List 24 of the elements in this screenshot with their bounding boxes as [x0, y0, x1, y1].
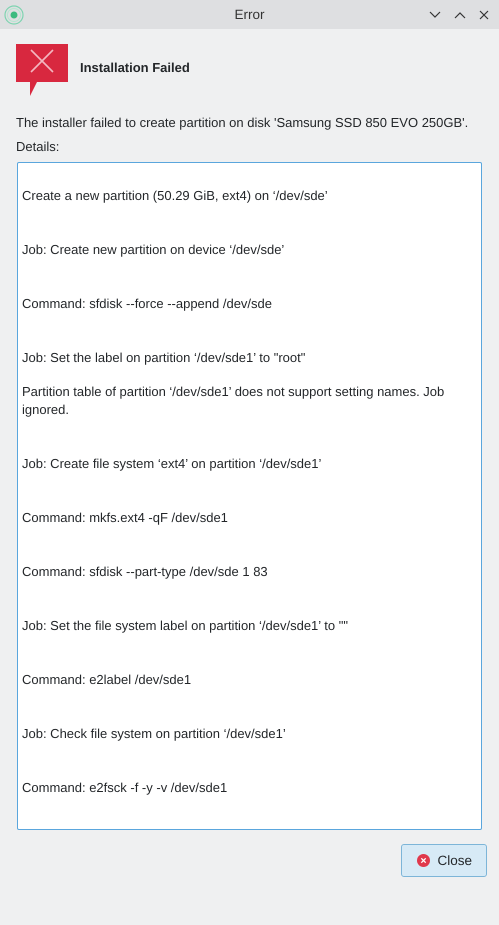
- details-text-area[interactable]: [17, 162, 482, 830]
- detail-line: Command: sfdisk --part-type /dev/sde 1 83: [22, 563, 269, 581]
- detail-line: Create a new partition (50.29 GiB, ext4) on ‘/dev/sde’: [22, 187, 329, 205]
- detail-line: Job: Set the file system label on partition ‘/dev/sde1’ to "": [22, 617, 349, 635]
- detail-line: Command: e2label /dev/sde1: [22, 671, 192, 689]
- error-icon: [16, 44, 69, 97]
- error-message: The installer failed to create partition on disk 'Samsung SSD 850 EVO 250GB'.: [16, 114, 470, 132]
- detail-line: Command: mkfs.ext4 -qF /dev/sde1: [22, 509, 229, 527]
- maximize-icon[interactable]: [454, 10, 466, 18]
- detail-line: Partition table of partition ‘/dev/sde1’ does not support setting names. Job ignored.: [22, 383, 446, 419]
- details-label: Details:: [16, 138, 60, 156]
- app-icon: [4, 4, 24, 24]
- detail-line: Job: Create file system ‘ext4’ on partition ‘/dev/sde1’: [22, 455, 322, 473]
- close-button[interactable]: Close: [401, 844, 487, 877]
- dialog-heading: Installation Failed: [80, 60, 190, 75]
- window-title: Error: [234, 7, 264, 22]
- detail-line: Job: Create new partition on device ‘/dev/sde’: [22, 241, 286, 259]
- minimize-icon[interactable]: [429, 10, 441, 18]
- detail-line: Job: Set the label on partition ‘/dev/sde1’ to "root": [22, 349, 306, 367]
- close-circle-icon: [417, 854, 430, 867]
- detail-line: Job: Check file system on partition ‘/dev/sde1’: [22, 725, 287, 743]
- detail-line: Command: e2fsck -f -y -v /dev/sde1: [22, 779, 228, 797]
- close-icon[interactable]: [479, 10, 489, 20]
- detail-line: Command: sfdisk --force --append /dev/sde: [22, 295, 273, 313]
